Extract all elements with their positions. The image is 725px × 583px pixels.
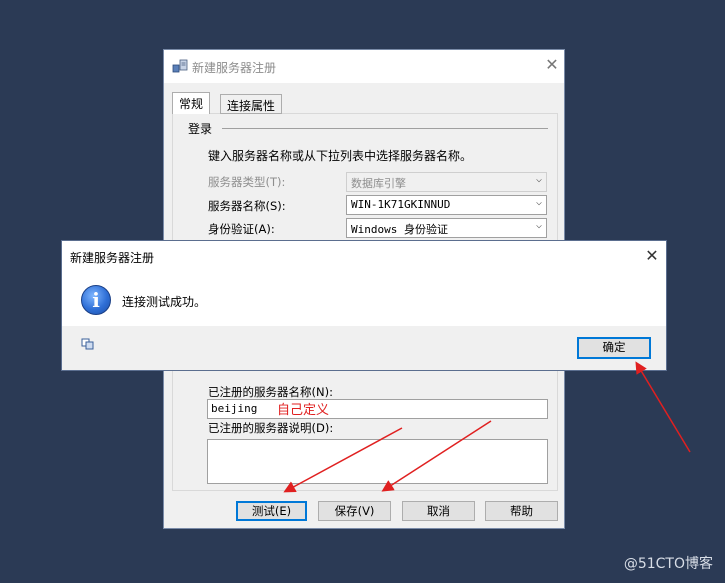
registered-desc-label: 已注册的服务器说明(D):: [208, 421, 334, 435]
auth-combo[interactable]: Windows 身份验证 ⌵: [346, 218, 547, 238]
message-box-body: i 连接测试成功。: [62, 272, 666, 326]
arrow-to-ok: [635, 361, 691, 453]
info-icon: i: [81, 285, 111, 315]
annotation-text: 自己定义: [277, 403, 330, 418]
test-button[interactable]: 测试(E): [236, 501, 307, 521]
server-name-value: WIN-1K71GKINNUD: [351, 198, 451, 211]
message-box: 新建服务器注册 ✕ i 连接测试成功。 确定: [61, 240, 667, 371]
message-box-title: 新建服务器注册: [70, 251, 155, 265]
registered-desc-textarea[interactable]: [207, 439, 548, 484]
watermark: @51CTO博客: [623, 556, 713, 572]
message-text: 连接测试成功。: [122, 295, 207, 309]
help-button[interactable]: 帮助: [485, 501, 558, 521]
save-button[interactable]: 保存(V): [318, 501, 391, 521]
close-icon[interactable]: ✕: [543, 56, 561, 74]
server-name-label: 服务器名称(S):: [208, 199, 286, 213]
login-group-label: 登录: [188, 122, 213, 136]
tab-general[interactable]: 常规: [172, 92, 211, 114]
close-icon[interactable]: ✕: [642, 246, 662, 266]
dialog-title: 新建服务器注册: [192, 61, 277, 75]
chevron-down-icon[interactable]: ⌵: [536, 220, 542, 231]
ok-button[interactable]: 确定: [577, 337, 651, 359]
cancel-button[interactable]: 取消: [402, 501, 475, 521]
registered-name-label: 已注册的服务器名称(N):: [208, 385, 333, 399]
server-type-value: 数据库引擎: [351, 177, 406, 190]
message-box-title-bar: 新建服务器注册 ✕: [62, 241, 666, 272]
chevron-down-icon: ⌵: [535, 174, 542, 185]
auth-value: Windows 身份验证: [351, 223, 448, 236]
registered-name-input[interactable]: beijing: [207, 399, 548, 419]
copy-icon[interactable]: [81, 338, 95, 350]
chevron-down-icon[interactable]: ⌵: [536, 197, 542, 208]
instruction-text: 键入服务器名称或从下拉列表中选择服务器名称。: [208, 149, 473, 163]
dialog-title-bar: 新建服务器注册 ✕: [164, 50, 564, 83]
server-name-combo[interactable]: WIN-1K71GKINNUD ⌵: [346, 195, 547, 215]
auth-label: 身份验证(A):: [208, 222, 275, 236]
registered-name-value: beijing: [211, 402, 258, 415]
tab-connection-properties[interactable]: 连接属性: [220, 94, 283, 114]
group-divider: [222, 128, 548, 129]
server-type-label: 服务器类型(T):: [208, 175, 286, 189]
server-icon: [172, 59, 188, 73]
server-type-combo: 数据库引擎 ⌵: [346, 172, 547, 192]
